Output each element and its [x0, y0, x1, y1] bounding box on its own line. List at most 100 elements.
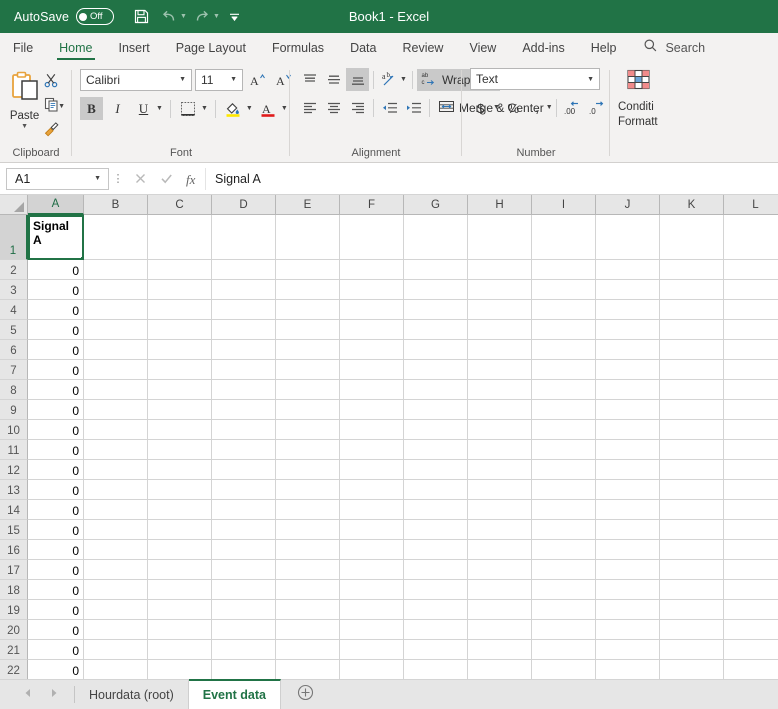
cell-c11[interactable] — [148, 440, 212, 460]
cell-d12[interactable] — [212, 460, 276, 480]
cell-d8[interactable] — [212, 380, 276, 400]
cell-f20[interactable] — [340, 620, 404, 640]
cell-i8[interactable] — [532, 380, 596, 400]
align-top-icon[interactable] — [298, 68, 321, 91]
cell-a9[interactable]: 0 — [28, 400, 84, 420]
cell-b1[interactable] — [84, 215, 148, 260]
sheet-tab-event-data[interactable]: Event data — [188, 679, 281, 709]
fill-color-icon[interactable] — [222, 97, 245, 120]
row-header[interactable]: 20 — [0, 620, 28, 640]
cell-k7[interactable] — [660, 360, 724, 380]
align-left-icon[interactable] — [298, 96, 321, 119]
cell-e12[interactable] — [276, 460, 340, 480]
cell-b13[interactable] — [84, 480, 148, 500]
cell-h18[interactable] — [468, 580, 532, 600]
cell-a5[interactable]: 0 — [28, 320, 84, 340]
cell-e6[interactable] — [276, 340, 340, 360]
cell-k19[interactable] — [660, 600, 724, 620]
row-header[interactable]: 4 — [0, 300, 28, 320]
decrease-decimal-icon[interactable]: .0 — [587, 96, 610, 119]
previous-sheet-icon[interactable] — [22, 686, 34, 704]
row-header[interactable]: 5 — [0, 320, 28, 340]
cell-l1[interactable] — [724, 215, 778, 260]
next-sheet-icon[interactable] — [48, 686, 60, 704]
row-header[interactable]: 11 — [0, 440, 28, 460]
cell-e19[interactable] — [276, 600, 340, 620]
cell-c9[interactable] — [148, 400, 212, 420]
ribbon-tab-add-ins[interactable]: Add-ins — [509, 33, 577, 63]
cell-a3[interactable]: 0 — [28, 280, 84, 300]
cell-i16[interactable] — [532, 540, 596, 560]
cell-f9[interactable] — [340, 400, 404, 420]
row-header[interactable]: 18 — [0, 580, 28, 600]
cell-k18[interactable] — [660, 580, 724, 600]
cell-k22[interactable] — [660, 660, 724, 679]
row-header[interactable]: 8 — [0, 380, 28, 400]
cell-c15[interactable] — [148, 520, 212, 540]
insert-function-icon[interactable]: fx — [179, 168, 205, 190]
cell-a15[interactable]: 0 — [28, 520, 84, 540]
cell-i5[interactable] — [532, 320, 596, 340]
cell-j5[interactable] — [596, 320, 660, 340]
cell-k13[interactable] — [660, 480, 724, 500]
cell-a11[interactable]: 0 — [28, 440, 84, 460]
cell-j1[interactable] — [596, 215, 660, 260]
cell-a10[interactable]: 0 — [28, 420, 84, 440]
cell-h21[interactable] — [468, 640, 532, 660]
cell-i3[interactable] — [532, 280, 596, 300]
cell-j17[interactable] — [596, 560, 660, 580]
cell-f4[interactable] — [340, 300, 404, 320]
cell-g14[interactable] — [404, 500, 468, 520]
cell-k17[interactable] — [660, 560, 724, 580]
cell-a2[interactable]: 0 — [28, 260, 84, 280]
cell-k8[interactable] — [660, 380, 724, 400]
cell-h20[interactable] — [468, 620, 532, 640]
row-header[interactable]: 2 — [0, 260, 28, 280]
cell-l6[interactable] — [724, 340, 778, 360]
cell-j13[interactable] — [596, 480, 660, 500]
cell-a21[interactable]: 0 — [28, 640, 84, 660]
cell-c17[interactable] — [148, 560, 212, 580]
row-header[interactable]: 1 — [0, 215, 28, 260]
cell-e11[interactable] — [276, 440, 340, 460]
cell-a16[interactable]: 0 — [28, 540, 84, 560]
column-header-g[interactable]: G — [404, 195, 468, 215]
cell-l9[interactable] — [724, 400, 778, 420]
align-middle-icon[interactable] — [322, 68, 345, 91]
cell-h15[interactable] — [468, 520, 532, 540]
column-header-i[interactable]: I — [532, 195, 596, 215]
cell-d5[interactable] — [212, 320, 276, 340]
cell-g11[interactable] — [404, 440, 468, 460]
cell-k4[interactable] — [660, 300, 724, 320]
row-header[interactable]: 17 — [0, 560, 28, 580]
cell-i22[interactable] — [532, 660, 596, 679]
add-sheet-button[interactable] — [281, 680, 330, 709]
cell-l17[interactable] — [724, 560, 778, 580]
cell-j22[interactable] — [596, 660, 660, 679]
chevron-down-icon[interactable]: ▼ — [227, 76, 240, 83]
ribbon-tab-help[interactable]: Help — [578, 33, 630, 63]
ribbon-tab-file[interactable]: File — [0, 33, 46, 63]
cell-e20[interactable] — [276, 620, 340, 640]
cell-b11[interactable] — [84, 440, 148, 460]
chevron-down-icon[interactable]: ▼ — [90, 175, 105, 182]
cell-e16[interactable] — [276, 540, 340, 560]
column-header-d[interactable]: D — [212, 195, 276, 215]
cell-c2[interactable] — [148, 260, 212, 280]
cell-g6[interactable] — [404, 340, 468, 360]
cell-g16[interactable] — [404, 540, 468, 560]
cell-j9[interactable] — [596, 400, 660, 420]
cell-l10[interactable] — [724, 420, 778, 440]
cell-j6[interactable] — [596, 340, 660, 360]
cell-j11[interactable] — [596, 440, 660, 460]
cell-g4[interactable] — [404, 300, 468, 320]
cell-i20[interactable] — [532, 620, 596, 640]
cell-j16[interactable] — [596, 540, 660, 560]
cell-b18[interactable] — [84, 580, 148, 600]
ribbon-tab-insert[interactable]: Insert — [106, 33, 163, 63]
select-all-button[interactable] — [0, 195, 28, 215]
cell-h9[interactable] — [468, 400, 532, 420]
cell-l22[interactable] — [724, 660, 778, 679]
cell-h17[interactable] — [468, 560, 532, 580]
cell-l21[interactable] — [724, 640, 778, 660]
